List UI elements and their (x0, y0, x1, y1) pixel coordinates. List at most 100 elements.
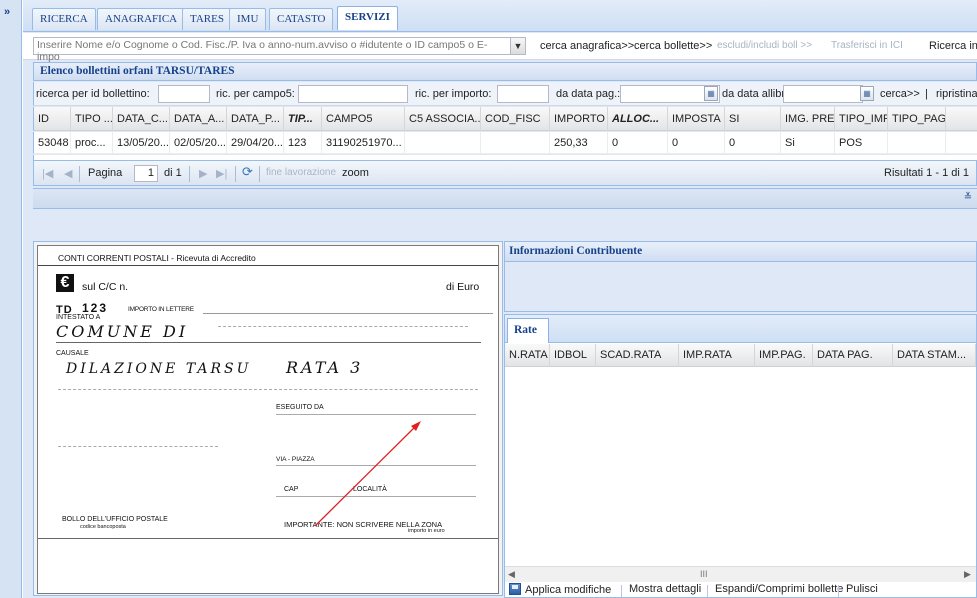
campo5-filter-label: ric. per campo5: (216, 88, 295, 100)
column-header-imp-rata[interactable]: IMP.RATA (679, 344, 755, 367)
main-tabbar: RICERCA ANAGRAFICA TARES IMU CATASTO SER… (23, 0, 977, 32)
cell-tipo: proc... (71, 132, 113, 154)
calendar-icon[interactable]: ▦ (860, 86, 874, 101)
refresh-icon[interactable]: ⟳ (242, 164, 253, 180)
column-header-imp-pag[interactable]: IMP.PAG. (755, 344, 813, 367)
column-header-data-stam[interactable]: DATA STAM... (893, 344, 976, 367)
filter-separator: | (925, 88, 928, 100)
rate-tabbar: Rate (505, 315, 976, 343)
importo-filter-input[interactable] (497, 85, 549, 103)
cell-tipo-imp: POS (835, 132, 888, 154)
column-header-idbol[interactable]: IDBOL (550, 344, 596, 367)
column-header-alloc[interactable]: ALLOC... (608, 107, 668, 131)
id-filter-label: ricerca per id bollettino: (36, 88, 150, 100)
trasferisci-ici-button[interactable]: Trasferisci in ICI (831, 40, 903, 51)
column-header-tipo[interactable]: TIPO ... (71, 107, 113, 131)
cerca-filter-button[interactable]: cerca>> (880, 88, 920, 100)
tab-ricerca[interactable]: RICERCA (32, 8, 96, 30)
column-header-scad-rata[interactable]: SCAD.RATA (596, 344, 679, 367)
column-header-cod-fisc[interactable]: COD_FISC (481, 107, 550, 131)
dropdown-trigger-icon[interactable]: ▼ (510, 37, 526, 55)
toolbar-separator (838, 585, 839, 597)
scroll-thumb[interactable]: III (700, 569, 708, 579)
informazioni-contribuente-panel: Informazioni Contribuente (504, 241, 977, 312)
main-area: RICERCA ANAGRAFICA TARES IMU CATASTO SER… (23, 0, 977, 598)
calendar-icon[interactable]: ▦ (704, 86, 718, 101)
data-allibr-filter-label: da data allibr.: (722, 88, 791, 100)
data-pag-filter-label: da data pag.: (556, 88, 621, 100)
cerca-bollette-button[interactable]: cerca bollette>> (634, 40, 712, 52)
expand-panel-icon[interactable]: » (4, 6, 10, 18)
column-header-importo[interactable]: IMPORTO (550, 107, 608, 131)
column-header-tipo-pag[interactable]: TIPO_PAG (888, 107, 946, 131)
cell-id: 53048 (34, 132, 71, 154)
toolbar-separator (707, 585, 708, 597)
grid-filter-toolbar: ricerca per id bollettino: ric. per camp… (33, 82, 977, 106)
search-toolbar: Inserire Nome e/o Cognome o Cod. Fisc./P… (23, 33, 977, 63)
applica-modifiche-button[interactable]: Applica modifiche (509, 583, 611, 596)
horizontal-scrollbar[interactable]: ◀ III ▶ (505, 566, 976, 582)
importo-filter-label: ric. per importo: (415, 88, 492, 100)
toolbar-separator (621, 585, 622, 597)
mostra-dettagli-button[interactable]: Mostra dettagli (629, 583, 701, 595)
column-header-imposta[interactable]: IMPOSTA (668, 107, 725, 131)
column-header-tipo-imp[interactable]: TIPO_IMP... (835, 107, 888, 131)
tab-catasto[interactable]: CATASTO (269, 8, 334, 30)
scroll-left-icon[interactable]: ◀ (508, 569, 515, 580)
cerca-anagrafica-button[interactable]: cerca anagrafica>> (540, 40, 634, 52)
page-label: Pagina (88, 167, 123, 179)
column-header-id[interactable]: ID (34, 107, 71, 131)
next-page-icon[interactable]: ▶ (199, 167, 207, 180)
tab-rate[interactable]: Rate (507, 318, 549, 343)
column-header-campo5[interactable]: CAMPO5 (322, 107, 405, 131)
pulisci-button[interactable]: Pulisci (846, 583, 878, 595)
search-input[interactable]: Inserire Nome e/o Cognome o Cod. Fisc./P… (33, 37, 511, 63)
prev-page-icon[interactable]: ◀ (64, 167, 72, 180)
column-header-tip[interactable]: TIP... (284, 107, 322, 131)
save-icon (509, 583, 521, 595)
ripristina-filtri-button[interactable]: ripristina filtri (936, 88, 977, 100)
escludi-includi-button[interactable]: escludi/includi boll >> (717, 40, 812, 51)
cell-tip: 123 (284, 132, 322, 154)
last-page-icon[interactable]: ▶| (216, 167, 227, 180)
receipt-image-panel: CONTI CORRENTI POSTALI - Ricevuta di Acc… (33, 241, 503, 596)
column-header-data-a[interactable]: DATA_A... (170, 107, 227, 131)
scroll-right-icon[interactable]: ▶ (964, 569, 971, 580)
tab-imu[interactable]: IMU (229, 8, 267, 30)
column-header-data-c[interactable]: DATA_C... (113, 107, 170, 131)
rate-grid-body (505, 368, 976, 566)
page-number-input[interactable]: 1 (134, 165, 158, 182)
column-header-data-p[interactable]: DATA_P... (227, 107, 284, 131)
cell-cod-fisc (481, 132, 550, 154)
ricerca-in-button[interactable]: Ricerca in (929, 40, 977, 52)
first-page-icon[interactable]: |◀ (42, 167, 53, 180)
tab-servizi[interactable]: SERVIZI (337, 6, 398, 30)
applica-modifiche-label: Applica modifiche (525, 584, 612, 596)
fine-lavorazione-button[interactable]: fine lavorazione (266, 167, 336, 178)
id-filter-input[interactable] (158, 85, 210, 103)
grid-panel-title: Elenco bollettini orfani TARSU/TARES (33, 62, 977, 81)
left-collapsed-panel[interactable]: » (0, 0, 22, 598)
tab-tares[interactable]: TARES (182, 8, 232, 30)
zoom-button[interactable]: zoom (342, 167, 369, 179)
table-row[interactable]: 53048 proc... 13/05/20... 02/05/20... 29… (33, 132, 977, 154)
rate-toolbar: Applica modifiche Mostra dettagli Espand… (505, 582, 976, 598)
data-allibr-filter-input[interactable] (783, 85, 863, 103)
collapse-icon[interactable]: ≚ (961, 192, 975, 206)
info-panel-title: Informazioni Contribuente (505, 242, 976, 262)
panel-splitter[interactable]: ≚ (33, 188, 977, 209)
espandi-comprimi-button[interactable]: Espandi/Comprimi bollette (715, 583, 843, 595)
column-header-si[interactable]: SI (725, 107, 781, 131)
column-header-c5-associa[interactable]: C5 ASSOCIA... (405, 107, 481, 131)
tab-anagrafica[interactable]: ANAGRAFICA (97, 8, 186, 30)
page-count-label: di 1 (164, 167, 182, 179)
campo5-filter-input[interactable] (298, 85, 408, 103)
column-header-data-pag[interactable]: DATA PAG. (813, 344, 893, 367)
column-header-n-rata[interactable]: N.RATA (505, 344, 550, 367)
cell-si: 0 (725, 132, 781, 154)
cell-data-p: 29/04/20... (227, 132, 284, 154)
rate-header-row: N.RATA IDBOL SCAD.RATA IMP.RATA IMP.PAG.… (505, 344, 976, 367)
results-count: Risultati 1 - 1 di 1 (884, 167, 969, 179)
column-header-img-pre[interactable]: IMG. PRE... (781, 107, 835, 131)
pager-separator (259, 166, 260, 182)
